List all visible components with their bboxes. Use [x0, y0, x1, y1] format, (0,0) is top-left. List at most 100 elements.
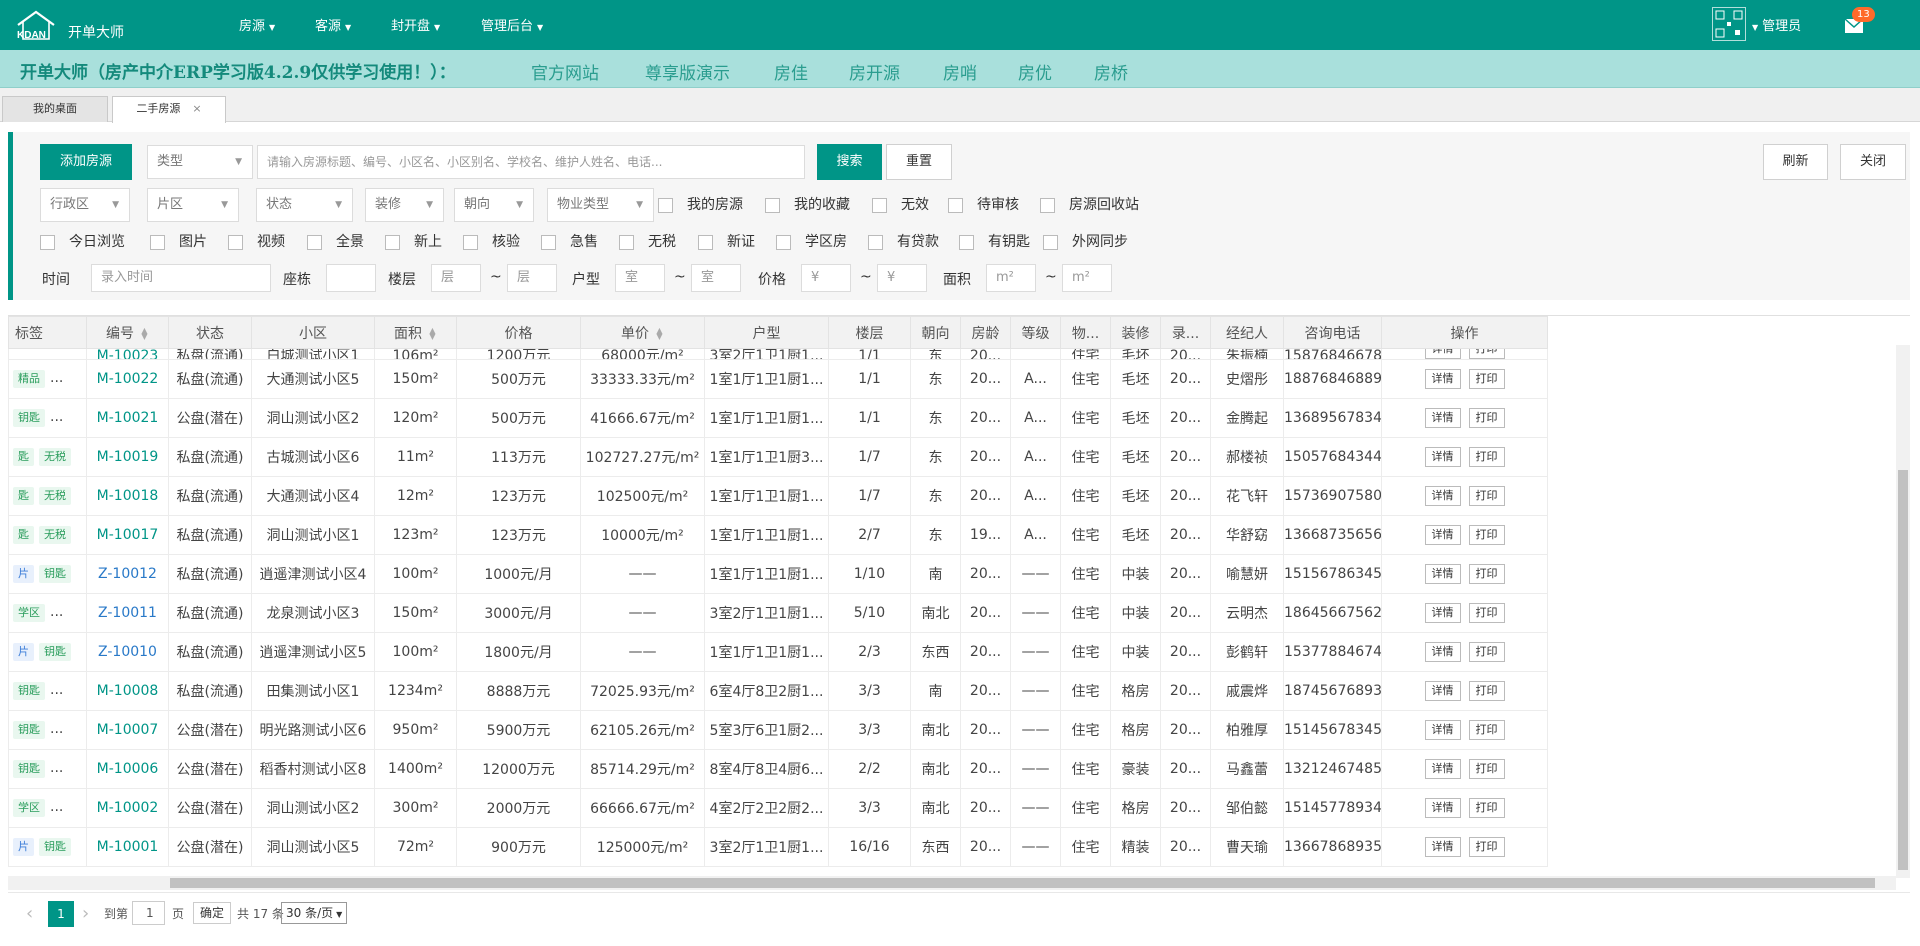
table-row[interactable]: 片钥匙 M-10001 公盘(潜在) 洞山测试小区5 72m² 900万元 125000元/…: [8, 827, 1548, 867]
detail-button[interactable]: 详情: [1424, 486, 1461, 506]
listing-code[interactable]: M-10007: [86, 710, 169, 750]
vertical-scrollbar[interactable]: [1896, 345, 1910, 878]
check-images[interactable]: 图片: [150, 233, 207, 253]
checkbox-box[interactable]: [765, 197, 780, 213]
search-input[interactable]: 请输入房源标题、编号、小区名、小区别名、学校名、维护人姓名、电话...: [257, 145, 805, 179]
table-row[interactable]: 钥匙... M-10007 公盘(潜在) 明光路测试小区6 950m² 5900万元 621…: [8, 710, 1548, 750]
listing-code[interactable]: M-10002: [86, 788, 169, 828]
checkbox-box[interactable]: [658, 197, 673, 213]
reset-button[interactable]: 重置: [886, 144, 952, 180]
detail-button[interactable]: 详情: [1424, 369, 1461, 389]
table-row[interactable]: 钥匙... M-10006 公盘(潜在) 稻香村测试小区8 1400m² 12000万元 8…: [8, 749, 1548, 789]
table-row[interactable]: 匙无税 M-10017 私盘(流通) 洞山测试小区1 123m² 123万元 10000元/…: [8, 515, 1548, 555]
pending-review-checkbox[interactable]: 待审核: [948, 196, 1019, 216]
tab-desktop[interactable]: 我的桌面: [2, 96, 108, 122]
checkbox-box[interactable]: [541, 234, 556, 250]
checkbox-box[interactable]: [948, 197, 963, 213]
check-new-cert[interactable]: 新证: [698, 233, 755, 253]
price-max-input[interactable]: ¥: [877, 264, 927, 292]
check-urgent[interactable]: 急售: [541, 233, 598, 253]
user-menu[interactable]: ▼ 管理员: [1752, 15, 1801, 34]
print-button[interactable]: 打印: [1468, 486, 1505, 506]
property-type-select[interactable]: 物业类型 ▼: [547, 188, 654, 222]
floor-min-input[interactable]: 层: [431, 264, 481, 292]
prev-page-button[interactable]: ‹: [26, 901, 33, 927]
check-video[interactable]: 视频: [228, 233, 285, 253]
table-row[interactable]: 片钥匙 Z-10012 私盘(流通) 逍遥津测试小区4 100m² 1000元/月 —— 1室…: [8, 554, 1548, 594]
goto-confirm-button[interactable]: 确定: [193, 902, 232, 924]
table-row[interactable]: 片钥匙 Z-10010 私盘(流通) 逍遥津测试小区5 100m² 1800元/月 —— 1室…: [8, 632, 1548, 672]
checkbox-box[interactable]: [1040, 197, 1055, 213]
print-button[interactable]: 打印: [1468, 369, 1505, 389]
detail-button[interactable]: 详情: [1424, 642, 1461, 662]
detail-button[interactable]: 详情: [1424, 720, 1461, 740]
check-loan[interactable]: 有贷款: [868, 233, 939, 253]
check-tax-free[interactable]: 无税: [619, 233, 676, 253]
print-button[interactable]: 打印: [1468, 447, 1505, 467]
orientation-select[interactable]: 朝向 ▼: [454, 188, 534, 222]
sort-icon[interactable]: ▲▼: [428, 326, 437, 338]
detail-button[interactable]: 详情: [1424, 603, 1461, 623]
table-row[interactable]: 钥匙... M-10008 私盘(流通) 田集测试小区1 1234m² 8888万元 720…: [8, 671, 1548, 711]
check-today-viewed[interactable]: 今日浏览: [40, 233, 125, 253]
checkbox-box[interactable]: [463, 234, 478, 250]
print-button[interactable]: 打印: [1468, 798, 1505, 818]
qr-code-icon[interactable]: [1712, 7, 1746, 41]
listing-code[interactable]: M-10018: [86, 476, 169, 516]
checkbox-box[interactable]: [385, 234, 400, 250]
status-select[interactable]: 状态 ▼: [256, 188, 353, 222]
layout-max-input[interactable]: 室: [691, 264, 741, 292]
listing-code[interactable]: M-10006: [86, 749, 169, 789]
table-row[interactable]: 匙无税 M-10018 私盘(流通) 大通测试小区4 12m² 123万元 102500元/…: [8, 476, 1548, 516]
decoration-select[interactable]: 装修 ▼: [365, 188, 444, 222]
table-row[interactable]: 钥匙... M-10021 公盘(潜在) 洞山测试小区2 120m² 500万元 41666…: [8, 398, 1548, 438]
checkbox-box[interactable]: [228, 234, 243, 250]
banner-link[interactable]: 尊享版演示: [645, 59, 730, 84]
close-button[interactable]: 关闭: [1840, 144, 1906, 180]
scroll-thumb[interactable]: [170, 878, 1875, 888]
detail-button[interactable]: 详情: [1424, 447, 1461, 467]
nav-open-close[interactable]: 封开盘 ▼: [391, 15, 440, 34]
check-school-district[interactable]: 学区房: [776, 233, 847, 253]
recycle-bin-checkbox[interactable]: 房源回收站: [1040, 196, 1139, 216]
page-size-select[interactable]: 30 条/页 ▼: [281, 902, 348, 924]
sort-icon[interactable]: ▲▼: [140, 326, 149, 338]
my-favorites-checkbox[interactable]: 我的收藏: [765, 196, 850, 216]
listing-code[interactable]: M-10008: [86, 671, 169, 711]
nav-listings[interactable]: 房源 ▼: [239, 15, 275, 34]
checkbox-box[interactable]: [1043, 234, 1058, 250]
checkbox-box[interactable]: [40, 234, 55, 250]
print-button[interactable]: 打印: [1468, 408, 1505, 428]
detail-button[interactable]: 详情: [1424, 408, 1461, 428]
nav-admin[interactable]: 管理后台 ▼: [481, 15, 543, 34]
checkbox-box[interactable]: [619, 234, 634, 250]
listing-code[interactable]: M-10001: [86, 827, 169, 867]
district-select[interactable]: 行政区 ▼: [40, 188, 130, 222]
print-button[interactable]: 打印: [1468, 564, 1505, 584]
print-button[interactable]: 打印: [1468, 681, 1505, 701]
goto-page-input[interactable]: 1: [132, 901, 165, 925]
detail-button[interactable]: 详情: [1424, 837, 1461, 857]
column-header[interactable]: 单价 ▲▼: [580, 316, 705, 349]
banner-link[interactable]: 官方网站: [531, 59, 599, 84]
sort-icon[interactable]: ▲▼: [655, 326, 664, 338]
listing-code[interactable]: M-10019: [86, 437, 169, 477]
listing-code[interactable]: Z-10011: [86, 593, 169, 633]
checkbox-box[interactable]: [868, 234, 883, 250]
table-row[interactable]: 学区... Z-10011 私盘(流通) 龙泉测试小区3 150m² 3000元/月 —— 3…: [8, 593, 1548, 633]
print-button[interactable]: 打印: [1468, 759, 1505, 779]
type-select[interactable]: 类型 ▼: [147, 145, 253, 179]
listing-code[interactable]: Z-10012: [86, 554, 169, 594]
checkbox-box[interactable]: [872, 197, 887, 213]
listing-code[interactable]: M-10017: [86, 515, 169, 555]
detail-button[interactable]: 详情: [1424, 525, 1461, 545]
close-icon[interactable]: ×: [192, 102, 201, 115]
check-web-sync[interactable]: 外网同步: [1043, 233, 1128, 253]
nav-clients[interactable]: 客源 ▼: [315, 15, 351, 34]
column-header[interactable]: 面积 ▲▼: [374, 316, 457, 349]
next-page-button[interactable]: ›: [82, 901, 89, 927]
column-header[interactable]: 编号 ▲▼: [86, 316, 169, 349]
refresh-button[interactable]: 刷新: [1763, 144, 1828, 180]
banner-link[interactable]: 房佳: [774, 59, 808, 84]
print-button[interactable]: 打印: [1468, 525, 1505, 545]
